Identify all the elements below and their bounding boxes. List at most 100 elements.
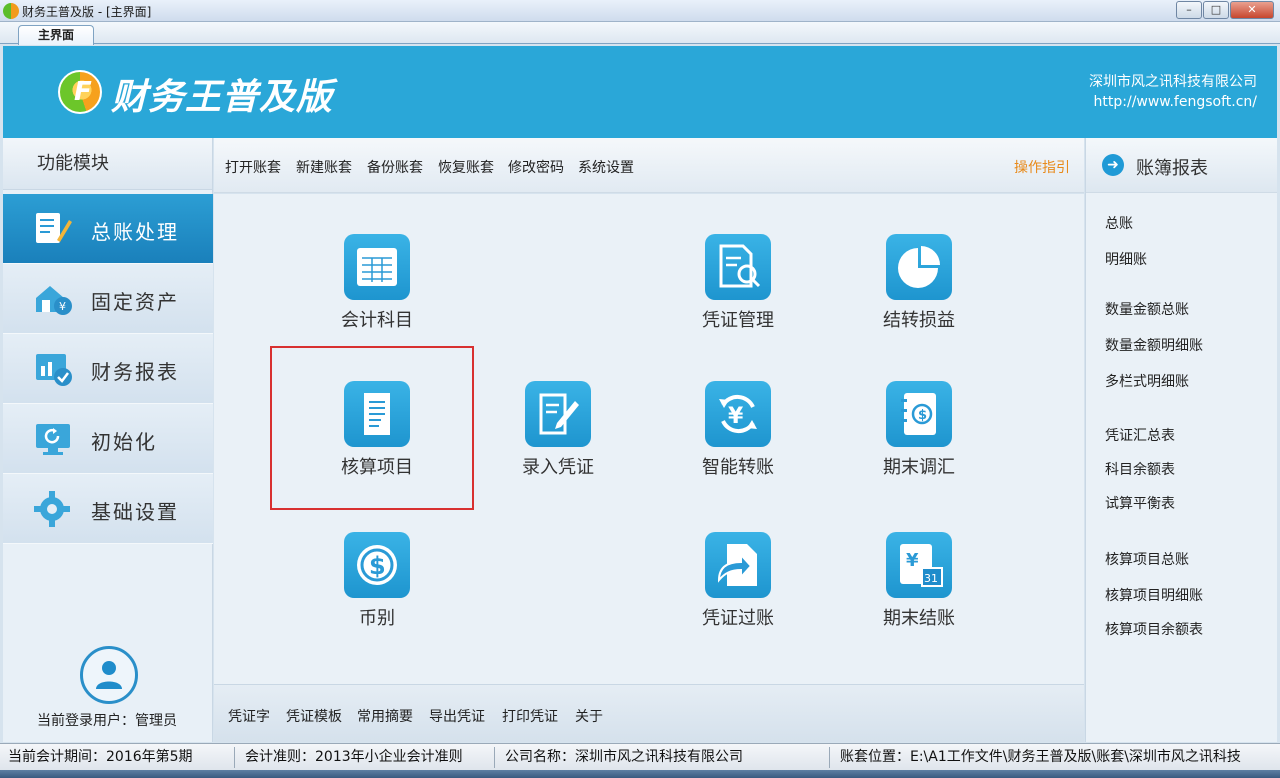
svg-text:¥: ¥ bbox=[728, 404, 744, 429]
tile-accounting-items[interactable]: 核算项目 bbox=[307, 381, 447, 479]
house-yen-icon: ¥ bbox=[36, 286, 72, 315]
sidebar: 功能模块 总账处理 ¥ 固定资产 财务报表 初始化 基础设置 当前登录用户：管理… bbox=[3, 138, 213, 742]
gear-icon bbox=[34, 491, 70, 527]
tile-label: 凭证过账 bbox=[702, 608, 774, 629]
tile-label: 期末调汇 bbox=[883, 457, 955, 478]
tile-enter-voucher[interactable]: 录入凭证 bbox=[488, 381, 628, 479]
voucher-word-link[interactable]: 凭证字 bbox=[228, 706, 270, 726]
close-button[interactable]: ✕ bbox=[1230, 1, 1274, 19]
report-check-icon bbox=[36, 354, 72, 386]
report-link-item-detail[interactable]: 核算项目明细账 bbox=[1105, 585, 1203, 605]
tile-label: 录入凭证 bbox=[522, 457, 594, 478]
user-avatar[interactable] bbox=[80, 646, 138, 704]
tile-accounting-subjects[interactable]: 会计科目 bbox=[307, 234, 447, 332]
tab-strip: 主界面 bbox=[0, 22, 1280, 45]
logo-letter: F bbox=[74, 77, 92, 107]
sidebar-item-financial-reports[interactable]: 财务报表 bbox=[3, 334, 213, 404]
sidebar-item-label: 固定资产 bbox=[91, 290, 179, 314]
sidebar-item-fixed-assets[interactable]: ¥ 固定资产 bbox=[3, 264, 213, 334]
tile-voucher-management[interactable]: 凭证管理 bbox=[668, 234, 808, 332]
tile-label: 核算项目 bbox=[341, 457, 413, 478]
tile-label: 智能转账 bbox=[702, 457, 774, 478]
calendar-yen-icon: ¥ 31 bbox=[900, 544, 943, 587]
svg-text:¥: ¥ bbox=[906, 550, 919, 571]
taskbar bbox=[0, 770, 1280, 778]
open-account-link[interactable]: 打开账套 bbox=[225, 157, 281, 177]
common-summary-link[interactable]: 常用摘要 bbox=[357, 706, 413, 726]
tile-label: 结转损益 bbox=[883, 310, 955, 331]
window-title: 财务王普及版 - [主界面] bbox=[22, 5, 152, 19]
export-voucher-link[interactable]: 导出凭证 bbox=[429, 706, 485, 726]
sidebar-item-label: 初始化 bbox=[91, 430, 157, 454]
current-user: 当前登录用户：管理员 bbox=[37, 713, 177, 729]
about-link[interactable]: 关于 bbox=[575, 706, 603, 726]
status-standard: 会计准则：2013年小企业会计准则 bbox=[237, 747, 495, 768]
print-voucher-link[interactable]: 打印凭证 bbox=[502, 706, 558, 726]
sidebar-item-label: 基础设置 bbox=[91, 500, 179, 524]
report-link-trial-balance[interactable]: 试算平衡表 bbox=[1105, 493, 1175, 513]
sidebar-item-general-ledger[interactable]: 总账处理 bbox=[3, 194, 213, 264]
minimize-button[interactable]: – bbox=[1176, 1, 1202, 19]
report-link-multi-column[interactable]: 多栏式明细账 bbox=[1105, 371, 1189, 391]
document-arrow-icon bbox=[717, 544, 757, 586]
sidebar-item-initialize[interactable]: 初始化 bbox=[3, 404, 213, 474]
report-link-general-ledger[interactable]: 总账 bbox=[1105, 213, 1133, 233]
tile-period-end-closing[interactable]: ¥ 31 期末结账 bbox=[849, 532, 989, 630]
backup-account-link[interactable]: 备份账套 bbox=[367, 157, 423, 177]
reports-panel: ➜ 账簿报表 总账 明细账 数量金额总账 数量金额明细账 多栏式明细账 凭证汇总… bbox=[1085, 138, 1277, 742]
sidebar-item-label: 总账处理 bbox=[91, 220, 179, 244]
arrow-right-icon: ➜ bbox=[1102, 154, 1124, 176]
logo-icon: F bbox=[58, 70, 102, 114]
report-link-subject-balance[interactable]: 科目余额表 bbox=[1105, 459, 1175, 479]
svg-text:$: $ bbox=[918, 408, 927, 423]
operation-guide-link[interactable]: 操作指引 bbox=[1014, 157, 1070, 177]
report-link-detail-ledger[interactable]: 明细账 bbox=[1105, 249, 1147, 269]
report-link-item-balance[interactable]: 核算项目余额表 bbox=[1105, 619, 1203, 639]
tile-profit-loss-transfer[interactable]: 结转损益 bbox=[849, 234, 989, 332]
tab-main[interactable]: 主界面 bbox=[18, 25, 94, 45]
status-location: 账套位置：E:\A1工作文件\财务王普及版\账套\深圳市风之讯科技 bbox=[840, 749, 1241, 765]
company-info: 深圳市风之讯科技有限公司 http://www.fengsoft.cn/ bbox=[1089, 72, 1257, 112]
system-settings-link[interactable]: 系统设置 bbox=[578, 157, 634, 177]
change-password-link[interactable]: 修改密码 bbox=[508, 157, 564, 177]
document-search-icon bbox=[719, 244, 761, 288]
report-link-qty-amount-general[interactable]: 数量金额总账 bbox=[1105, 299, 1189, 319]
new-account-link[interactable]: 新建账套 bbox=[296, 157, 352, 177]
tile-voucher-posting[interactable]: 凭证过账 bbox=[668, 532, 808, 630]
app-header: F 财务王普及版 深圳市风之讯科技有限公司 http://www.fengsof… bbox=[3, 46, 1277, 138]
table-icon bbox=[357, 248, 397, 286]
svg-text:$: $ bbox=[369, 552, 386, 580]
maximize-button[interactable]: □ bbox=[1203, 1, 1229, 19]
sidebar-title: 功能模块 bbox=[3, 138, 212, 190]
title-bar: 财务王普及版 - [主界面] – □ ✕ bbox=[0, 0, 1280, 22]
status-bar: 当前会计期间：2016年第5期 会计准则：2013年小企业会计准则 公司名称：深… bbox=[0, 743, 1280, 770]
sidebar-item-basic-settings[interactable]: 基础设置 bbox=[3, 474, 213, 544]
app-icon bbox=[3, 3, 19, 19]
svg-text:31: 31 bbox=[924, 572, 938, 585]
user-icon bbox=[96, 661, 122, 689]
tile-period-end-adjust[interactable]: $ 期末调汇 bbox=[849, 381, 989, 479]
notepad-icon bbox=[364, 393, 390, 435]
function-panel: 会计科目 凭证管理 结转损益 核算项目 录入凭证 ¥ 智能转账 $ 期末调汇 $… bbox=[214, 194, 1084, 684]
tile-currency[interactable]: $ 币别 bbox=[307, 532, 447, 630]
yen-cycle-icon: ¥ bbox=[719, 394, 757, 434]
dollar-coin-icon: $ bbox=[357, 545, 397, 585]
account-toolbar: 打开账套 新建账套 备份账套 恢复账套 修改密码 系统设置 操作指引 bbox=[214, 138, 1084, 193]
report-link-item-general[interactable]: 核算项目总账 bbox=[1105, 549, 1189, 569]
monitor-refresh-icon bbox=[36, 424, 70, 455]
app-name: 财务王普及版 bbox=[111, 77, 334, 118]
report-link-qty-amount-detail[interactable]: 数量金额明细账 bbox=[1105, 335, 1203, 355]
report-link-voucher-summary[interactable]: 凭证汇总表 bbox=[1105, 425, 1175, 445]
restore-account-link[interactable]: 恢复账套 bbox=[438, 157, 494, 177]
voucher-toolbar: 凭证字 凭证模板 常用摘要 导出凭证 打印凭证 关于 bbox=[214, 684, 1084, 742]
company-url[interactable]: http://www.fengsoft.cn/ bbox=[1089, 92, 1257, 112]
reports-title: 账簿报表 bbox=[1136, 158, 1208, 179]
tile-smart-transfer[interactable]: ¥ 智能转账 bbox=[668, 381, 808, 479]
reports-header: ➜ 账簿报表 bbox=[1086, 138, 1277, 193]
company-name: 深圳市风之讯科技有限公司 bbox=[1089, 74, 1257, 90]
tile-label: 期末结账 bbox=[883, 608, 955, 629]
document-edit-icon bbox=[539, 393, 579, 435]
ledger-pen-icon bbox=[36, 213, 72, 243]
tile-label: 币别 bbox=[359, 608, 395, 629]
voucher-template-link[interactable]: 凭证模板 bbox=[286, 706, 342, 726]
